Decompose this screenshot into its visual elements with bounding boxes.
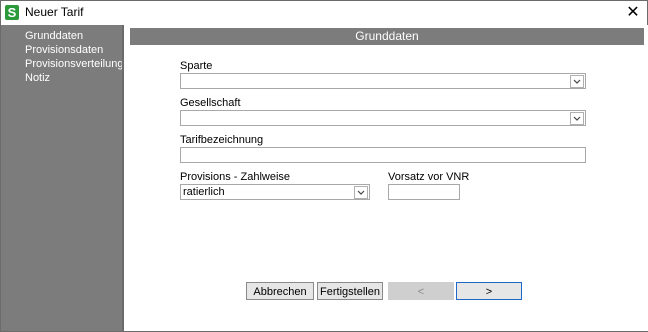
sidebar-item-provisionsverteilung[interactable]: Provisionsverteilung xyxy=(1,57,123,71)
back-button[interactable]: < xyxy=(388,282,454,300)
sidebar-item-provisionsdaten[interactable]: Provisionsdaten xyxy=(1,43,122,57)
title-bar[interactable]: S Neuer Tarif ✕ xyxy=(1,1,647,25)
window-title: Neuer Tarif xyxy=(25,5,84,19)
vorsatz-label: Vorsatz vor VNR xyxy=(388,171,470,183)
finish-button[interactable]: Fertigstellen xyxy=(317,282,383,300)
gesellschaft-label: Gesellschaft xyxy=(180,97,241,109)
vorsatz-input[interactable] xyxy=(388,184,460,200)
sidebar-item-notiz[interactable]: Notiz xyxy=(1,71,122,85)
sparte-select[interactable] xyxy=(180,73,586,89)
cancel-button[interactable]: Abbrechen xyxy=(246,282,314,300)
close-icon[interactable]: ✕ xyxy=(619,1,647,25)
next-button[interactable]: > xyxy=(456,282,522,300)
tarifbezeichnung-label: Tarifbezeichnung xyxy=(180,134,264,146)
zahlweise-select[interactable]: ratierlich xyxy=(180,184,370,200)
gesellschaft-select[interactable] xyxy=(180,110,586,126)
chevron-down-icon[interactable] xyxy=(354,186,368,199)
sidebar-item-grunddaten[interactable]: Grunddaten xyxy=(1,29,122,43)
dialog-window: S Neuer Tarif ✕ Grunddaten Provisionsdat… xyxy=(0,0,648,332)
zahlweise-label: Provisions - Zahlweise xyxy=(180,171,291,183)
sparte-label: Sparte xyxy=(180,60,213,72)
sidebar: Grunddaten Provisionsdaten Provisionsver… xyxy=(1,25,123,331)
chevron-down-icon[interactable] xyxy=(570,112,584,125)
main-content: Grunddaten Sparte Gesellschaft Tarifbeze… xyxy=(122,25,648,331)
tarifbezeichnung-input[interactable] xyxy=(180,147,586,163)
app-logo-icon: S xyxy=(5,5,19,20)
zahlweise-value: ratierlich xyxy=(183,186,225,198)
chevron-down-icon[interactable] xyxy=(570,75,584,88)
section-header: Grunddaten xyxy=(130,28,644,45)
